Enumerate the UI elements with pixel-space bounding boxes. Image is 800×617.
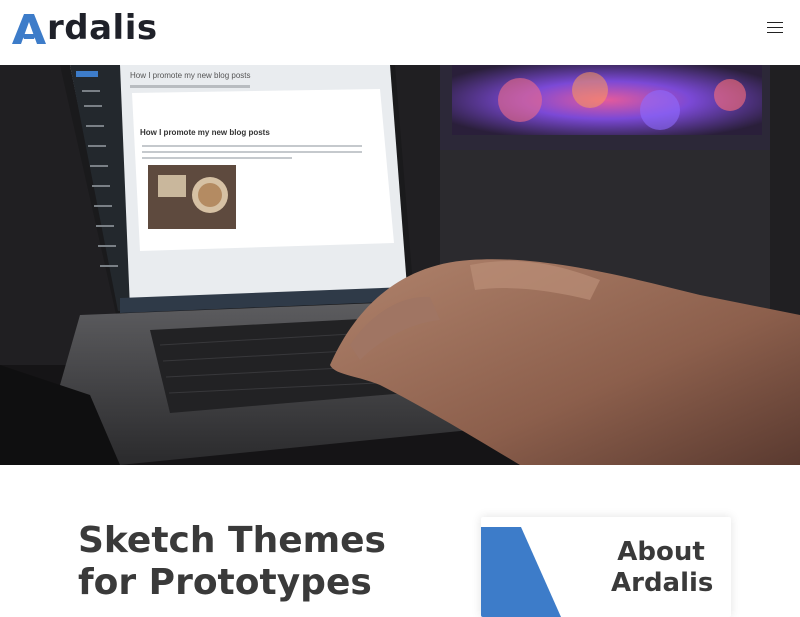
screen-post-title: How I promote my new blog posts bbox=[130, 71, 251, 80]
logo-text: rdalis bbox=[47, 8, 158, 48]
site-logo[interactable]: rdalis bbox=[12, 6, 158, 50]
logo-a-mark-icon bbox=[12, 14, 46, 44]
about-card[interactable]: About Ardalis bbox=[481, 517, 731, 617]
hamburger-menu-icon[interactable] bbox=[764, 16, 786, 38]
about-ardalis-logo-shape bbox=[481, 527, 561, 617]
site-header: rdalis bbox=[0, 0, 800, 65]
screen-editor-heading: How I promote my new blog posts bbox=[140, 128, 270, 137]
about-card-title: About Ardalis bbox=[611, 537, 714, 598]
page-title: Sketch Themes for Prototypes bbox=[78, 520, 386, 603]
hero-image: How I promote my new blog posts How I pr… bbox=[0, 65, 800, 465]
